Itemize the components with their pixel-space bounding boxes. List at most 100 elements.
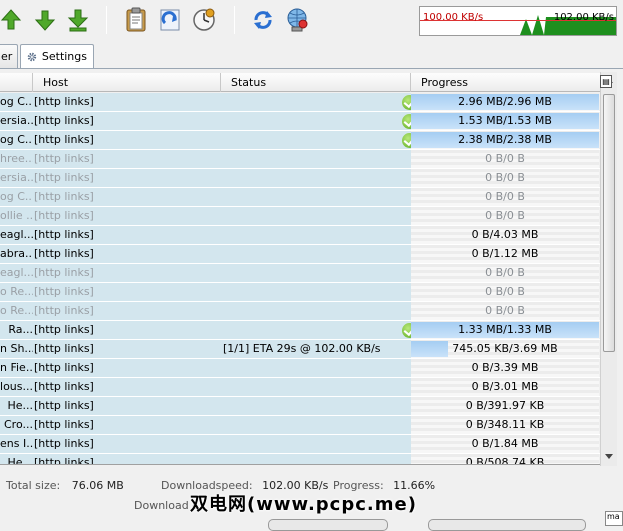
host-cell: [http links]: [33, 131, 221, 149]
table-row[interactable]: Ra... [http links] 1.33 MB/1.33 MB: [0, 321, 603, 340]
tab-bar: er Settings: [0, 44, 623, 69]
reconnect-button[interactable]: [248, 5, 278, 35]
progress-text: 745.05 KB/3.69 MB: [452, 342, 558, 355]
table-row[interactable]: ens I...[http links] 0 B/1.84 MB: [0, 435, 603, 454]
column-chooser-button[interactable]: ▤: [600, 75, 612, 88]
table-row[interactable]: He... [http links] 0 B/508.74 KB: [0, 454, 603, 464]
host-cell: [http links]: [33, 378, 221, 396]
file-name: og C...: [0, 188, 33, 206]
host-cell: [http links]: [33, 112, 221, 130]
table-row[interactable]: abra... [http links] 0 B/1.12 MB: [0, 245, 603, 264]
status-cell: [221, 302, 411, 320]
table-row[interactable]: og C... [http links] 2.96 MB/2.96 MB: [0, 93, 603, 112]
file-name: Ra...: [0, 321, 33, 339]
refresh-grid-button[interactable]: [155, 5, 185, 35]
table-row[interactable]: o Re... [http links] 0 B/0 B: [0, 302, 603, 321]
bottom-control-right[interactable]: [428, 519, 586, 531]
file-name: eagl...: [0, 264, 33, 282]
progress-cell: 0 B/3.39 MB: [411, 359, 599, 377]
file-name: ens I...: [0, 435, 33, 453]
progress-cell: 1.53 MB/1.53 MB: [411, 112, 599, 130]
progress-text: 0 B/1.12 MB: [471, 247, 539, 260]
status-cell: [1/1] ETA 29s @ 102.00 KB/s: [221, 340, 411, 358]
bottom-control-left[interactable]: [268, 519, 388, 531]
current-speed-label: 102.00 KB/s: [553, 12, 614, 23]
status-text: [1/1] ETA 29s @ 102.00 KB/s: [223, 342, 381, 355]
progress-text: 2.96 MB/2.96 MB: [458, 95, 552, 108]
file-name: o Re...: [0, 302, 33, 320]
progress-cell: 0 B/0 B: [411, 150, 599, 168]
tab-downloads[interactable]: er: [0, 44, 18, 68]
corner-tab[interactable]: ma: [605, 511, 623, 526]
tab-label: Settings: [41, 50, 87, 63]
status-cell: [221, 245, 411, 263]
table-row[interactable]: n Sh... [http links] [1/1] ETA 29s @ 102.0…: [0, 340, 603, 359]
clipboard-button[interactable]: [121, 5, 151, 35]
progress-text: 0 B/391.97 KB: [465, 399, 545, 412]
table-row[interactable]: ersia...[http links] 0 B/0 B: [0, 169, 603, 188]
progress-text: 0 B/0 B: [485, 304, 525, 317]
table-row[interactable]: og C... [http links] 0 B/0 B: [0, 188, 603, 207]
file-name: He...: [0, 397, 33, 415]
table-row[interactable]: hree... [http links] 0 B/0 B: [0, 150, 603, 169]
progress-cell: 0 B/0 B: [411, 283, 599, 301]
host-cell: [http links]: [33, 397, 221, 415]
move-bottom-button[interactable]: [63, 5, 93, 35]
progress-text: 0 B/0 B: [485, 209, 525, 222]
host-cell: [http links]: [33, 359, 221, 377]
progress-text: 0 B/3.39 MB: [471, 361, 539, 374]
column-header-status[interactable]: Status: [221, 73, 411, 92]
progress-cell: 0 B/0 B: [411, 302, 599, 320]
file-name: og C...: [0, 131, 33, 149]
progress-text: 1.53 MB/1.53 MB: [458, 114, 552, 127]
table-row[interactable]: eagl... [http links] 0 B/4.03 MB: [0, 226, 603, 245]
table-row[interactable]: He... [http links] 0 B/391.97 KB: [0, 397, 603, 416]
move-up-button[interactable]: [0, 5, 26, 35]
status-cell: [221, 150, 411, 168]
table-row[interactable]: n Fie... [http links] 0 B/3.39 MB: [0, 359, 603, 378]
progress-cell: 0 B/508.74 KB: [411, 454, 599, 464]
status-cell: [221, 359, 411, 377]
host-cell: [http links]: [33, 245, 221, 263]
table-row[interactable]: Cro... [http links] 0 B/348.11 KB: [0, 416, 603, 435]
progress-cell: 2.96 MB/2.96 MB: [411, 93, 599, 111]
total-size-value: 76.06 MB: [71, 479, 124, 492]
watermark: 双电网(www.pcpc.me): [190, 494, 417, 515]
scrollbar-thumb[interactable]: [603, 94, 615, 352]
clock-icon: [193, 8, 215, 31]
status-cell: [221, 207, 411, 225]
column-header-host[interactable]: Host: [33, 73, 221, 92]
clock-button[interactable]: [189, 5, 219, 35]
column-header-name[interactable]: [0, 73, 33, 92]
status-cell: [221, 397, 411, 415]
host-cell: [http links]: [33, 226, 221, 244]
clipboard-icon: [126, 7, 146, 32]
toolbar: 100.00 KB/s 102.00 KB/s: [0, 0, 623, 44]
host-cell: [http links]: [33, 340, 221, 358]
table-row[interactable]: eagl... [http links] 0 B/0 B: [0, 264, 603, 283]
move-down-button[interactable]: [30, 5, 60, 35]
progress-text: 0 B/348.11 KB: [465, 418, 545, 431]
table-row[interactable]: og C... [http links] 2.38 MB/2.38 MB: [0, 131, 603, 150]
table-row[interactable]: ollie ... [http links] 0 B/0 B: [0, 207, 603, 226]
progress-text: 0 B/0 B: [485, 190, 525, 203]
file-name: n Fie...: [0, 359, 33, 377]
table-row[interactable]: o Re... [http links] 0 B/0 B: [0, 283, 603, 302]
progress-text: 0 B/0 B: [485, 171, 525, 184]
move-down-icon: [34, 10, 56, 31]
network-button[interactable]: [282, 5, 312, 35]
refresh-grid-icon: [160, 9, 180, 31]
file-name: He...: [0, 454, 33, 464]
column-header-progress[interactable]: Progress: [411, 73, 603, 92]
table-row[interactable]: lous... [http links] 0 B/3.01 MB: [0, 378, 603, 397]
table-row[interactable]: ersia...[http links] 1.53 MB/1.53 MB: [0, 112, 603, 131]
progress-cell: 0 B/3.01 MB: [411, 378, 599, 396]
status-cell: [221, 378, 411, 396]
status-cell: [221, 321, 411, 339]
status-cell: [221, 454, 411, 464]
tab-label: er: [1, 50, 13, 63]
vertical-scrollbar[interactable]: [600, 72, 617, 466]
gear-icon: [27, 52, 37, 61]
tab-settings[interactable]: Settings: [20, 44, 94, 68]
scroll-down-icon[interactable]: [605, 454, 613, 459]
